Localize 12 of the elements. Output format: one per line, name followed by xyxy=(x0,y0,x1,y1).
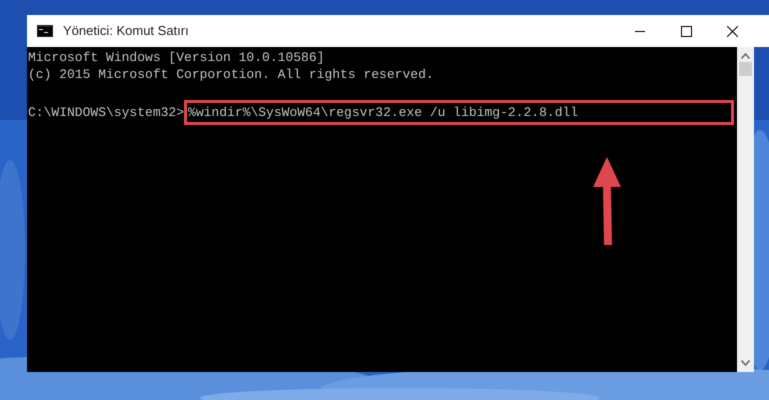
window-title: Yönetici: Komut Satırı xyxy=(63,22,189,40)
console-prompt: C:\WINDOWS\system32> xyxy=(28,104,184,121)
minimize-icon xyxy=(635,30,645,32)
scroll-down-icon[interactable] xyxy=(741,360,750,366)
scroll-up-icon[interactable] xyxy=(741,53,750,59)
console-icon xyxy=(37,25,53,37)
console-command: %windir%\SysWoW64\regsvr32.exe /u libimg-2.2.8.dll xyxy=(184,100,734,125)
scroll-thumb[interactable] xyxy=(739,62,752,76)
console-line: Microsoft Windows [Version 10.0.10586] xyxy=(28,49,324,66)
close-icon xyxy=(726,26,738,36)
maximize-icon xyxy=(680,26,692,36)
console-line: (c) 2015 Microsoft Corporotion. All rights reserved. xyxy=(28,66,434,83)
